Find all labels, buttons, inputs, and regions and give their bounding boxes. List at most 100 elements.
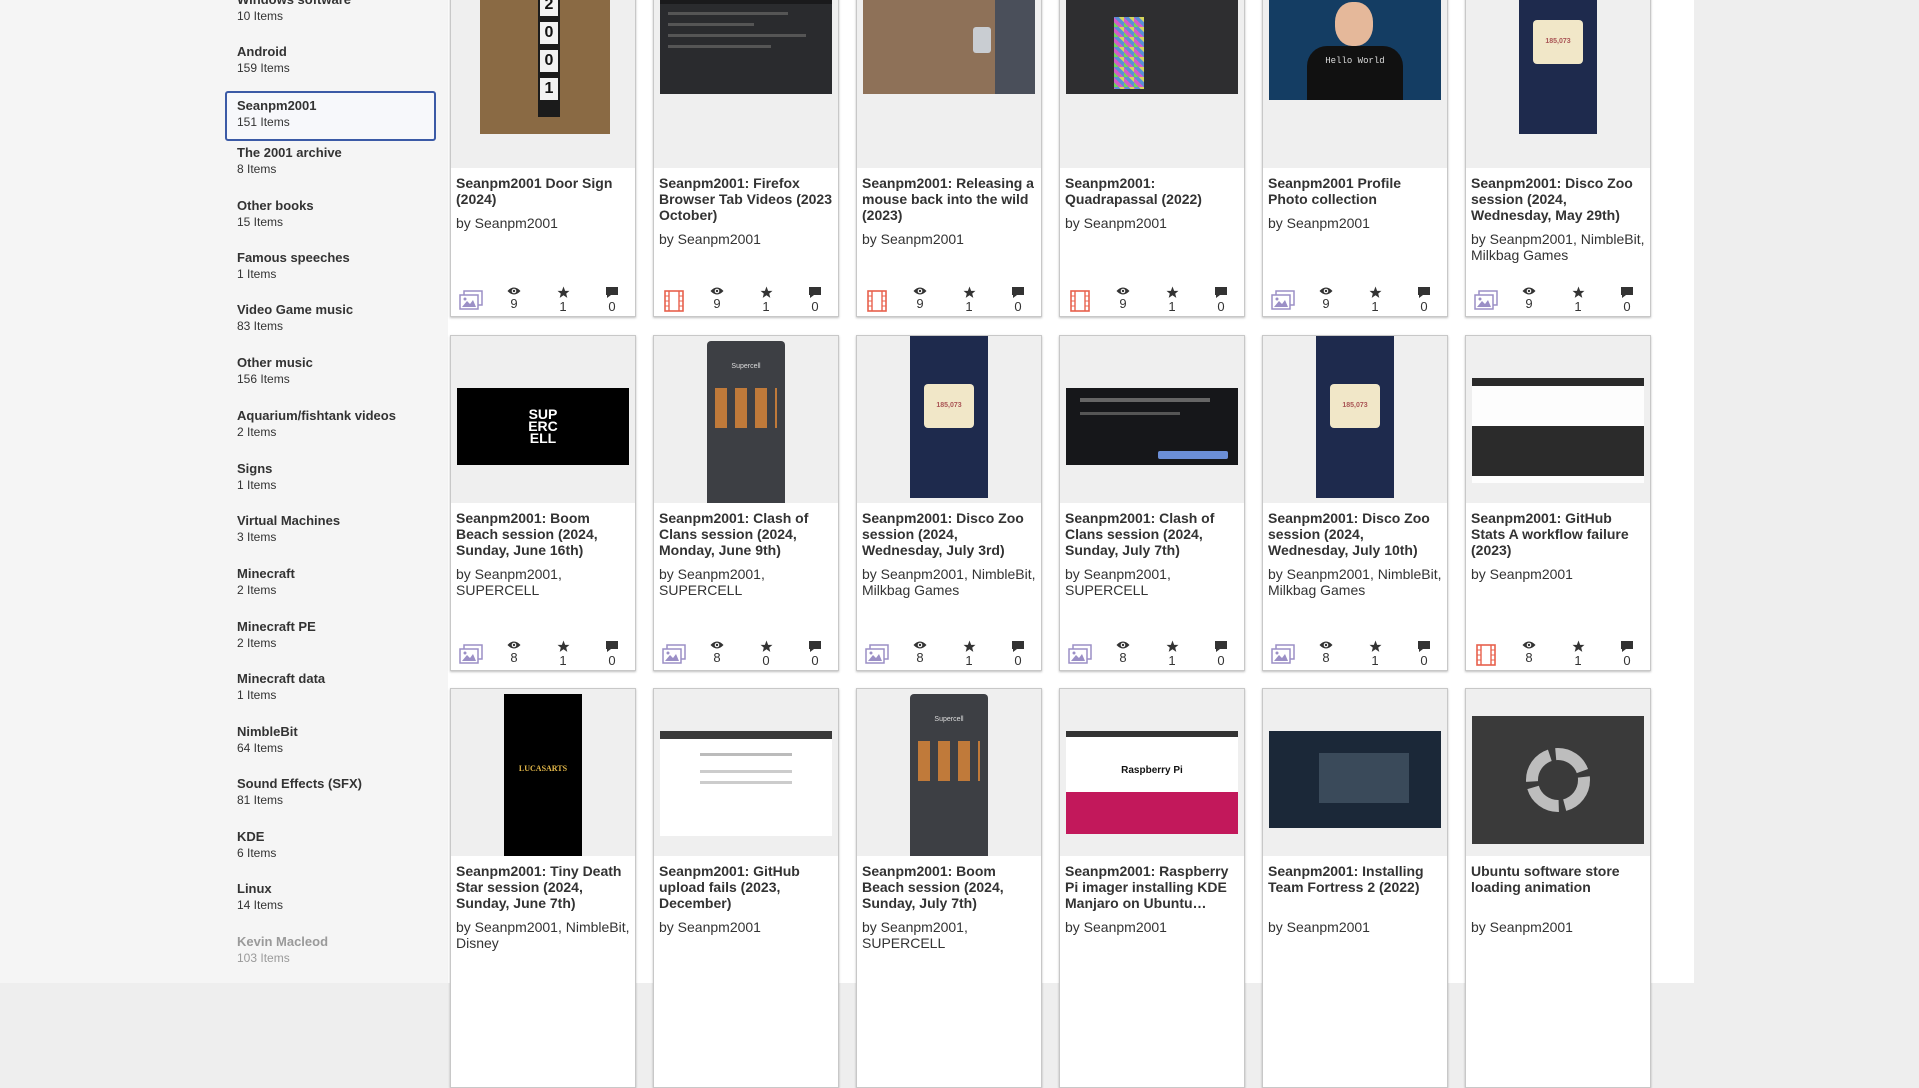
item-title[interactable]: Seanpm2001: Releasing a mouse back into …	[862, 175, 1038, 223]
item-title[interactable]: Seanpm2001: Quadrapassal (2022)	[1065, 175, 1241, 207]
collection-5[interactable]: Famous speeches 1 Items	[225, 245, 436, 295]
item-thumbnail[interactable]: Hello World	[1263, 0, 1447, 168]
item-title[interactable]: Seanpm2001: Disco Zoo session (2024, Wed…	[1471, 175, 1647, 223]
collection-count: 151 Items	[237, 115, 290, 129]
collection-12[interactable]: Minecraft PE 2 Items	[225, 614, 436, 664]
collection-7[interactable]: Other music 156 Items	[225, 350, 436, 400]
collection-count: 15 Items	[237, 215, 284, 229]
item-thumbnail[interactable]: Supercell	[857, 689, 1041, 856]
item-title[interactable]: Seanpm2001: Installing Team Fortress 2 (…	[1268, 863, 1444, 895]
item-thumbnail[interactable]	[1466, 689, 1650, 856]
item-thumbnail[interactable]: SUP ERC ELL	[451, 336, 635, 503]
item-title[interactable]: Seanpm2001: Tiny Death Star session (202…	[456, 863, 632, 911]
item-thumbnail[interactable]: 185,073	[857, 336, 1041, 503]
collection-13[interactable]: Minecraft data 1 Items	[225, 666, 436, 716]
item-title[interactable]: Seanpm2001: Raspberry Pi imager installi…	[1065, 863, 1241, 911]
image-icon	[1068, 644, 1092, 664]
stat-favs: 1	[1162, 640, 1182, 669]
collection-name: Aquarium/fishtank videos	[237, 408, 396, 423]
item-thumbnail[interactable]: 185,073	[1263, 336, 1447, 503]
collection-18[interactable]: Kevin Macleod 103 Items	[225, 929, 436, 979]
stat-value: 9	[1322, 296, 1330, 311]
item-stats: 9 1 0	[1060, 282, 1244, 316]
collection-11[interactable]: Minecraft 2 Items	[225, 561, 436, 611]
item-thumbnail[interactable]	[654, 0, 838, 168]
item-thumbnail[interactable]	[1060, 336, 1244, 503]
views-icon	[1519, 640, 1539, 650]
favorites-icon	[1568, 640, 1588, 653]
item-card[interactable]: Seanpm2001: GitHub Stats A workflow fail…	[1465, 335, 1651, 671]
item-card[interactable]: 185,073 Seanpm2001: Disco Zoo session (20…	[1262, 335, 1448, 671]
item-thumbnail[interactable]	[857, 0, 1041, 168]
stat-value: 8	[510, 650, 518, 665]
item-card[interactable]: Seanpm2001: Quadrapassal (2022) by Seanpm…	[1059, 0, 1245, 317]
views-icon	[1113, 640, 1133, 650]
item-thumbnail[interactable]	[1060, 0, 1244, 168]
item-card[interactable]: Supercell Seanpm2001: Boom Beach session …	[856, 688, 1042, 1088]
stat-favs: 1	[959, 286, 979, 315]
item-card[interactable]: 185,073 Seanpm2001: Disco Zoo session (20…	[856, 335, 1042, 671]
views-icon	[1316, 286, 1336, 296]
stat-favs: 1	[959, 640, 979, 669]
item-title[interactable]: Seanpm2001: Boom Beach session (2024, Su…	[456, 510, 632, 558]
item-card[interactable]: 2 0 0 1 Seanpm2001 Door Sign (2024) by Seanpm…	[450, 0, 636, 317]
stat-views: 8	[1519, 640, 1539, 666]
item-card[interactable]: Seanpm2001: Installing Team Fortress 2 (…	[1262, 688, 1448, 1088]
stat-value: 0	[1217, 653, 1225, 668]
collection-16[interactable]: KDE 6 Items	[225, 824, 436, 874]
item-thumbnail[interactable]: 185,073	[1466, 0, 1650, 168]
item-card[interactable]: Seanpm2001: Clash of Clans session (2024…	[1059, 335, 1245, 671]
collection-1[interactable]: Android 159 Items	[225, 39, 436, 89]
item-title[interactable]: Seanpm2001 Door Sign (2024)	[456, 175, 632, 207]
item-card[interactable]: Supercell Seanpm2001: Clash of Clans sess…	[653, 335, 839, 671]
item-card[interactable]: Ubuntu software store loading animation b…	[1465, 688, 1651, 1088]
item-stats: 9 1 0	[654, 282, 838, 316]
reviews-icon	[1414, 286, 1434, 299]
item-title[interactable]: Seanpm2001 Profile Photo collection	[1268, 175, 1444, 207]
item-card[interactable]: Raspberry Pi Seanpm2001: Raspberry Pi ima…	[1059, 688, 1245, 1088]
item-thumbnail[interactable]: Raspberry Pi	[1060, 689, 1244, 856]
item-thumbnail[interactable]: LUCASARTS	[451, 689, 635, 856]
collection-3[interactable]: The 2001 archive 8 Items	[225, 140, 436, 190]
item-title[interactable]: Ubuntu software store loading animation	[1471, 863, 1647, 895]
collection-15[interactable]: Sound Effects (SFX) 81 Items	[225, 771, 436, 821]
stat-views: 8	[1316, 640, 1336, 666]
item-creator: by Seanpm2001, SUPERCELL	[456, 566, 562, 598]
collection-name: Seanpm2001	[237, 98, 317, 113]
item-title[interactable]: Seanpm2001: GitHub upload fails (2023, D…	[659, 863, 835, 911]
item-title[interactable]: Seanpm2001: Clash of Clans session (2024…	[659, 510, 835, 558]
stat-views: 8	[707, 640, 727, 666]
item-card[interactable]: SUP ERC ELL Seanpm2001: Boom Beach session …	[450, 335, 636, 671]
item-thumbnail[interactable]	[1263, 689, 1447, 856]
collection-6[interactable]: Video Game music 83 Items	[225, 297, 436, 347]
collection-14[interactable]: NimbleBit 64 Items	[225, 719, 436, 769]
item-title[interactable]: Seanpm2001: Firefox Browser Tab Videos (…	[659, 175, 835, 223]
item-thumbnail[interactable]	[654, 689, 838, 856]
item-title[interactable]: Seanpm2001: GitHub Stats A workflow fail…	[1471, 510, 1647, 558]
item-title[interactable]: Seanpm2001: Boom Beach session (2024, Su…	[862, 863, 1038, 911]
item-thumbnail[interactable]: Supercell	[654, 336, 838, 503]
item-title[interactable]: Seanpm2001: Clash of Clans session (2024…	[1065, 510, 1241, 558]
item-card[interactable]: Seanpm2001: GitHub upload fails (2023, D…	[653, 688, 839, 1088]
collection-17[interactable]: Linux 14 Items	[225, 876, 436, 926]
collection-0[interactable]: Windows software10 Items	[225, 0, 436, 37]
collection-count: 2 Items	[237, 583, 277, 597]
collection-count: 2 Items	[237, 425, 277, 439]
item-stats: 8 1 0	[1466, 636, 1650, 670]
item-card[interactable]: Seanpm2001: Firefox Browser Tab Videos (…	[653, 0, 839, 317]
collection-2[interactable]: Seanpm2001 151 Items	[225, 91, 436, 141]
item-title[interactable]: Seanpm2001: Disco Zoo session (2024, Wed…	[1268, 510, 1444, 558]
collection-4[interactable]: Other books 15 Items	[225, 193, 436, 243]
collection-name: Kevin Macleod	[237, 934, 329, 949]
collection-10[interactable]: Virtual Machines 3 Items	[225, 508, 436, 558]
item-thumbnail[interactable]	[1466, 336, 1650, 503]
collection-9[interactable]: Signs 1 Items	[225, 456, 436, 506]
item-card[interactable]: LUCASARTS Seanpm2001: Tiny Death Star ses…	[450, 688, 636, 1088]
collection-8[interactable]: Aquarium/fishtank videos 2 Items	[225, 403, 436, 453]
image-icon	[865, 644, 889, 664]
item-card[interactable]: 185,073 Seanpm2001: Disco Zoo session (20…	[1465, 0, 1651, 317]
item-card[interactable]: Seanpm2001: Releasing a mouse back into …	[856, 0, 1042, 317]
item-card[interactable]: Hello World Seanpm2001 Profile Photo coll…	[1262, 0, 1448, 317]
item-title[interactable]: Seanpm2001: Disco Zoo session (2024, Wed…	[862, 510, 1038, 558]
item-thumbnail[interactable]: 2001	[451, 0, 635, 168]
